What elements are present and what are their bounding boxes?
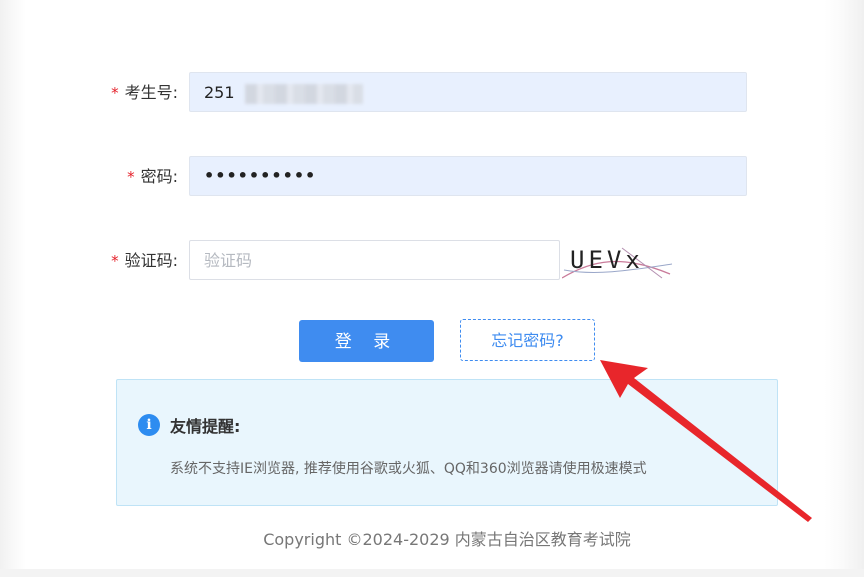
- notice-text: 系统不支持IE浏览器, 推荐使用谷歌或火狐、QQ和360浏览器请使用极速模式: [170, 461, 647, 477]
- required-mark: *: [111, 252, 119, 270]
- exam-number-row: * 考生号:: [0, 72, 864, 114]
- info-icon: i: [138, 414, 160, 436]
- password-input[interactable]: ••••••••••: [189, 156, 747, 196]
- login-button[interactable]: 登 录: [299, 320, 434, 362]
- captcha-image[interactable]: UEVx: [562, 240, 674, 282]
- login-page: * 考生号: * 密码: •••••••••• * 验证码: UEVx 登 录 忘记密…: [0, 0, 864, 577]
- password-label-text: 密码:: [140, 167, 178, 186]
- exam-number-label-text: 考生号:: [124, 83, 178, 102]
- copyright: Copyright ©2024-2029 内蒙古自治区教育考试院: [263, 530, 631, 549]
- exam-number-label: * 考生号:: [111, 72, 178, 114]
- captcha-label: * 验证码:: [111, 240, 178, 282]
- required-mark: *: [127, 168, 135, 186]
- window-edge-bottom: [0, 569, 864, 577]
- password-row: * 密码: ••••••••••: [0, 156, 864, 198]
- captcha-input[interactable]: [189, 240, 560, 280]
- redacted-blur: [245, 84, 363, 104]
- forgot-password-button[interactable]: 忘记密码?: [460, 319, 595, 361]
- notice-box: i 友情提醒: 系统不支持IE浏览器, 推荐使用谷歌或火狐、QQ和360浏览器请…: [116, 379, 778, 506]
- captcha-text: UEVx: [570, 246, 644, 274]
- captcha-label-text: 验证码:: [124, 251, 178, 270]
- captcha-row: * 验证码:: [0, 240, 864, 282]
- notice-title: 友情提醒:: [170, 417, 241, 436]
- required-mark: *: [111, 84, 119, 102]
- password-label: * 密码:: [127, 156, 178, 198]
